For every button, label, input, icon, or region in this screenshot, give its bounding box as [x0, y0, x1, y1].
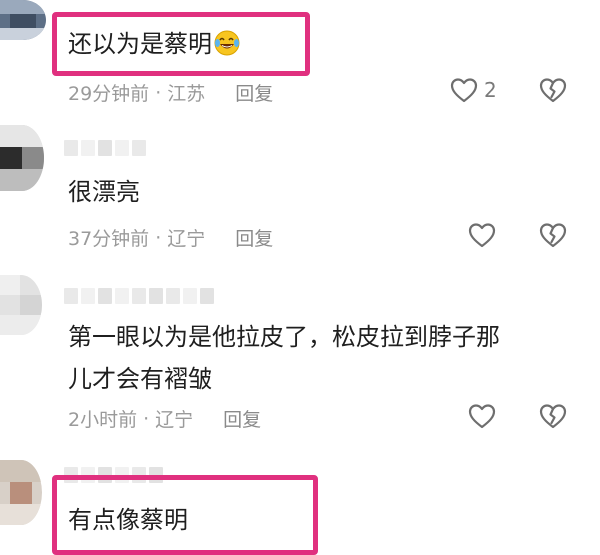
broken-heart-icon: [539, 223, 567, 248]
comment-location: 江苏: [167, 83, 206, 105]
comment-text-line: 第一眼以为是他拉皮了，松皮拉到脖子那: [68, 323, 500, 351]
reply-button[interactable]: 回复: [235, 224, 273, 251]
comment-location: 辽宁: [167, 228, 206, 250]
heart-outline-icon: [468, 223, 496, 248]
username-blurred[interactable]: [64, 140, 146, 156]
comment-text-content: 很漂亮: [68, 178, 140, 206]
dislike-button[interactable]: [539, 77, 567, 103]
username-blurred[interactable]: [64, 288, 214, 304]
comment-meta: 29分钟前 · 江苏 回复: [68, 79, 273, 106]
broken-heart-icon: [539, 78, 567, 103]
dislike-button[interactable]: [539, 403, 567, 429]
comment-text-content: 有点像蔡明: [68, 506, 188, 534]
avatar[interactable]: [0, 275, 42, 335]
avatar[interactable]: [0, 460, 42, 525]
comment-text-content: 还以为是蔡明: [68, 30, 212, 58]
comment-item: 很漂亮 37分钟前 · 辽宁 回复: [0, 120, 600, 260]
comment-meta: 2小时前 · 辽宁 回复: [68, 405, 261, 432]
heart-outline-icon: [468, 404, 496, 429]
comment-meta: 37分钟前 · 辽宁 回复: [68, 224, 273, 251]
laughing-emoji-icon: [214, 30, 240, 56]
comment-text: 有点像蔡明: [68, 500, 188, 540]
comment-item: 有点像蔡明: [0, 455, 600, 555]
separator: ·: [143, 407, 150, 430]
like-count: 2: [484, 78, 497, 102]
separator: ·: [155, 226, 162, 249]
avatar[interactable]: [0, 125, 44, 191]
reply-button[interactable]: 回复: [223, 405, 261, 432]
separator: ·: [155, 81, 162, 104]
comment-time: 29分钟前: [68, 83, 150, 105]
comment-location: 辽宁: [155, 409, 194, 431]
like-button[interactable]: [468, 403, 496, 429]
comment-item: 还以为是蔡明 29分钟前 · 江苏 回复 2: [0, 0, 600, 110]
like-button[interactable]: 2: [450, 77, 497, 103]
dislike-button[interactable]: [539, 222, 567, 248]
comment-text: 还以为是蔡明: [68, 24, 240, 64]
like-button[interactable]: [468, 222, 496, 248]
comment-text: 第一眼以为是他拉皮了，松皮拉到脖子那 儿才会有褶皱: [68, 316, 500, 400]
comment-time: 37分钟前: [68, 228, 150, 250]
comment-time: 2小时前: [68, 409, 138, 431]
comment-text: 很漂亮: [68, 172, 140, 212]
comment-text-line: 儿才会有褶皱: [68, 365, 212, 393]
avatar[interactable]: [0, 0, 46, 40]
broken-heart-icon: [539, 404, 567, 429]
comment-item: 第一眼以为是他拉皮了，松皮拉到脖子那 儿才会有褶皱 2小时前 · 辽宁 回复: [0, 270, 600, 440]
heart-outline-icon: [450, 78, 478, 103]
reply-button[interactable]: 回复: [235, 79, 273, 106]
